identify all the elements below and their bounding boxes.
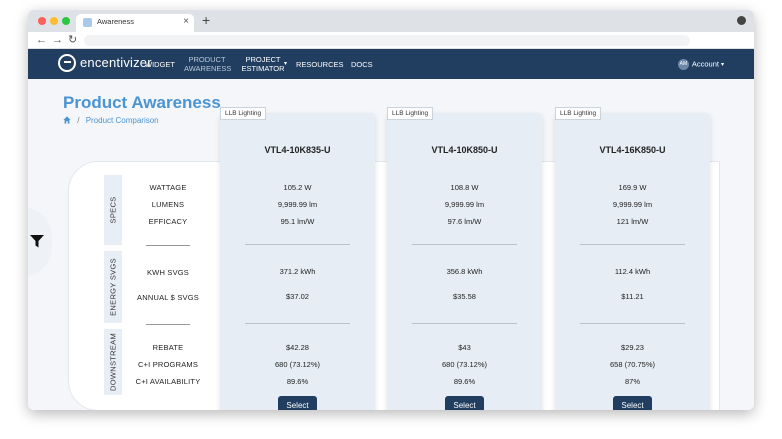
avatar: AM — [677, 59, 689, 70]
browser-window: Awareness × + ← → ↻ encentivizer WIDGET … — [28, 10, 754, 410]
forward-button[interactable]: → — [52, 33, 63, 47]
page-content: Product Awareness / Product Comparison S… — [28, 79, 754, 410]
select-button[interactable]: Select — [613, 396, 652, 410]
browser-toolbar: ← → ↻ — [28, 32, 754, 49]
divider — [580, 323, 685, 324]
wattage-value: 108.8 W — [450, 183, 479, 192]
divider — [412, 323, 517, 324]
rebate-value: $43 — [458, 343, 471, 352]
select-button[interactable]: Select — [445, 396, 484, 410]
minimize-window-button[interactable] — [50, 17, 58, 25]
account-label: Account — [691, 59, 719, 69]
tab-bar: Awareness × + — [28, 10, 754, 32]
wattage-value: 105.2 W — [283, 183, 312, 192]
row-label-rebate: REBATE — [152, 343, 184, 352]
nav-widget[interactable]: WIDGET — [145, 60, 175, 69]
rebate-value: $29.23 — [621, 343, 644, 352]
programs-value: 680 (73.12%) — [274, 360, 321, 369]
nav-project-estimator-label: PROJECT ESTIMATOR — [241, 55, 285, 73]
chevron-down-icon: ▾ — [284, 61, 288, 67]
browser-tab[interactable]: Awareness × — [76, 14, 194, 32]
breadcrumb-separator: / — [77, 116, 80, 125]
home-icon[interactable] — [63, 116, 71, 124]
nav-docs[interactable]: DOCS — [351, 60, 373, 69]
close-window-button[interactable] — [38, 17, 46, 25]
row-label-wattage: WATTAGE — [149, 183, 187, 192]
tab-close-icon[interactable]: × — [183, 15, 189, 29]
lumens-value: 9,999.99 lm — [277, 200, 318, 209]
app-navbar: encentivizer WIDGET PRODUCT AWARENESS PR… — [28, 49, 754, 79]
filter-toggle[interactable] — [28, 207, 52, 277]
account-menu[interactable]: AM Account ▾ — [677, 59, 724, 70]
programs-value: 658 (70.75%) — [609, 360, 656, 369]
annual-savings-value: $11.21 — [621, 292, 644, 301]
brand-tag: LLB Lighting — [555, 107, 602, 120]
rebate-value: $42.28 — [286, 343, 309, 352]
brand-tag: LLB Lighting — [387, 107, 434, 120]
availability-value: 89.6% — [453, 377, 476, 386]
divider — [580, 244, 685, 245]
product-card: LLB Lighting VTL4-10K850-U 108.8 W 9,999… — [387, 107, 542, 410]
nav-resources[interactable]: RESOURCES — [296, 60, 344, 69]
divider — [245, 323, 350, 324]
efficacy-value: 95.1 lm/W — [280, 217, 315, 226]
wattage-value: 169.9 W — [618, 183, 647, 192]
kwh-savings-value: 112.4 kWh — [614, 267, 651, 276]
page-title: Product Awareness — [63, 93, 221, 112]
logo-text: encentivizer — [80, 55, 152, 70]
divider — [146, 324, 190, 325]
row-label-availability: C+I AVAILABILITY — [135, 377, 201, 386]
section-energy-savings: ENERGY SVGS — [104, 251, 122, 323]
efficacy-value: 97.6 lm/W — [447, 217, 482, 226]
product-model: VTL4-10K850-U — [431, 145, 498, 155]
row-label-efficacy: EFFICACY — [148, 217, 188, 226]
select-button[interactable]: Select — [278, 396, 317, 410]
product-card: LLB Lighting VTL4-16K850-U 169.9 W 9,999… — [555, 107, 710, 410]
address-bar[interactable] — [84, 35, 690, 46]
filter-icon — [30, 235, 44, 248]
divider — [412, 244, 517, 245]
lumens-value: 9,999.99 lm — [612, 200, 653, 209]
product-model: VTL4-16K850-U — [599, 145, 666, 155]
breadcrumb-product-comparison[interactable]: Product Comparison — [86, 116, 159, 125]
row-label-kwh-savings: KWH SVGS — [146, 268, 190, 277]
efficacy-value: 121 lm/W — [616, 217, 649, 226]
section-specs: SPECS — [104, 175, 122, 245]
back-button[interactable]: ← — [36, 33, 47, 47]
row-label-programs: C+I PROGRAMS — [137, 360, 199, 369]
divider — [245, 244, 350, 245]
annual-savings-value: $37.02 — [286, 292, 309, 301]
logo-icon — [58, 54, 76, 72]
chevron-down-icon: ▾ — [720, 62, 724, 69]
favicon-icon — [83, 18, 92, 27]
section-downstream: DOWNSTREAM — [104, 329, 122, 395]
row-label-lumens: LUMENS — [151, 200, 185, 209]
breadcrumb: / Product Comparison — [63, 116, 159, 125]
product-model: VTL4-10K835-U — [264, 145, 331, 155]
tab-title: Awareness — [97, 17, 134, 26]
maximize-window-button[interactable] — [62, 17, 70, 25]
lumens-value: 9,999.99 lm — [444, 200, 485, 209]
kwh-savings-value: 371.2 kWh — [279, 267, 316, 276]
annual-savings-value: $35.58 — [453, 292, 476, 301]
browser-menu-icon[interactable] — [737, 16, 746, 25]
nav-project-estimator[interactable]: PROJECT ESTIMATOR — [240, 55, 286, 73]
nav-product-awareness[interactable]: PRODUCT AWARENESS — [184, 55, 231, 73]
new-tab-button[interactable]: + — [202, 12, 210, 28]
programs-value: 680 (73.12%) — [441, 360, 488, 369]
product-card: LLB Lighting VTL4-10K835-U 105.2 W 9,999… — [220, 107, 375, 410]
brand-tag: LLB Lighting — [220, 107, 267, 120]
row-label-annual-savings: ANNUAL $ SVGS — [137, 293, 199, 302]
reload-button[interactable]: ↻ — [68, 33, 77, 47]
availability-value: 87% — [624, 377, 640, 386]
divider — [146, 245, 190, 246]
kwh-savings-value: 356.8 kWh — [446, 267, 483, 276]
availability-value: 89.6% — [286, 377, 309, 386]
